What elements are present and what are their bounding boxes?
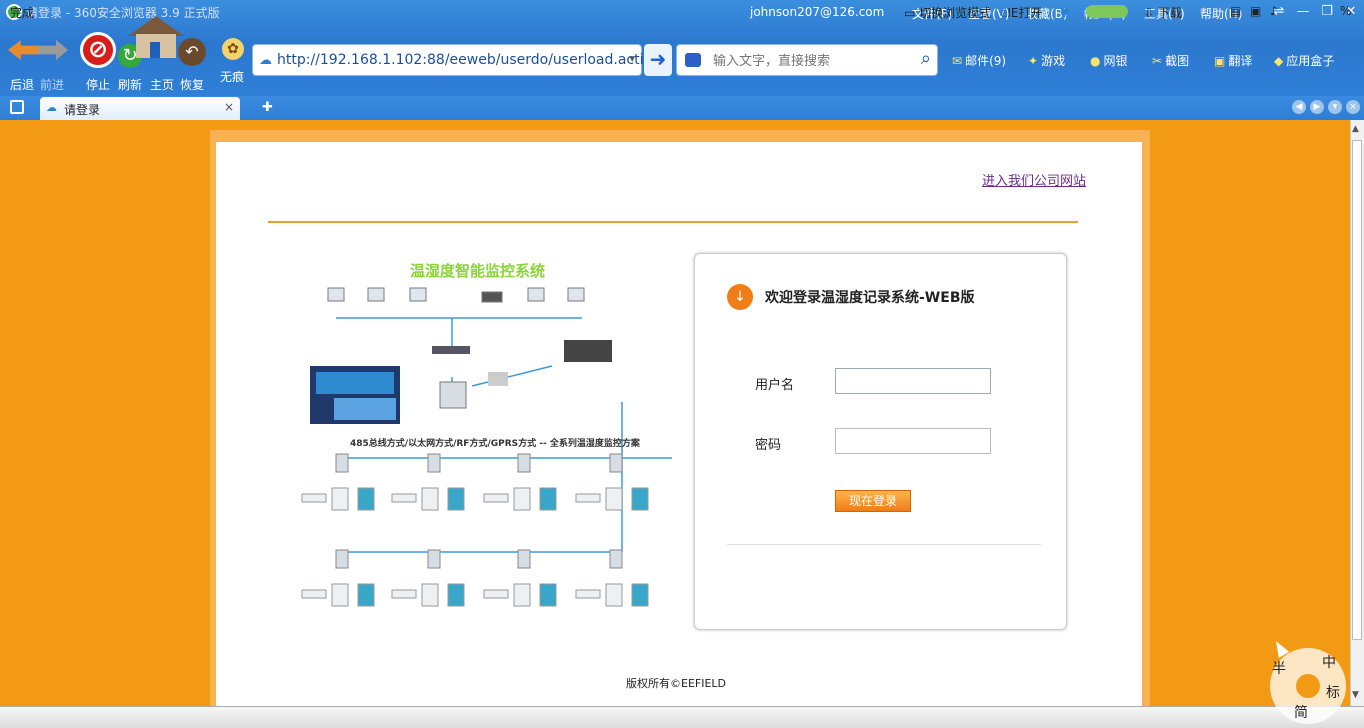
refresh-button[interactable]: 刷新 [118, 76, 142, 93]
banking-button[interactable]: ● 网银 [1090, 52, 1128, 69]
stop-button[interactable]: 停止 [86, 76, 110, 93]
ie-open-button[interactable]: eIE打开 [1000, 4, 1043, 21]
tab-scroll-left-icon[interactable]: ◀ [1292, 100, 1306, 114]
download-arrow-icon: ↓ [727, 284, 753, 310]
ime-watermark: 半 中 标 简 [1270, 648, 1346, 724]
scroll-down-icon[interactable]: ▼ [1352, 690, 1359, 700]
diagram-caption: 485总线方式/以太网方式/RF方式/GPRS方式 -- 全系列温湿度监控方案 [350, 439, 640, 449]
search-engine-icon[interactable] [685, 53, 701, 67]
status-text: 完成 [10, 6, 35, 20]
ime-logo-icon [1296, 674, 1320, 698]
username-input[interactable] [835, 368, 991, 394]
go-arrow-icon[interactable]: ➜ [644, 44, 672, 76]
translate-button[interactable]: ▣ 翻译 [1214, 52, 1252, 69]
screenshot-button[interactable]: ✂ 截图 [1152, 52, 1189, 69]
password-label: 密码 [755, 438, 782, 453]
accelerator-icon[interactable]: ◉ [1060, 4, 1070, 18]
window-title: 请登录 - 360安全浏览器 3.9 正式版 [26, 6, 220, 20]
login-button[interactable]: 现在登录 [835, 490, 911, 512]
gamepad-icon: ✦ [1028, 54, 1039, 68]
scroll-up-icon[interactable]: ▲ [1352, 124, 1359, 134]
system-diagram-image: 温湿度智能监控系统 485总线方式/以太网方式/RF方式/GPRS方式 -- 全… [292, 256, 682, 626]
ime-char-half: 半 [1272, 661, 1286, 677]
login-divider [727, 544, 1041, 545]
banking-icon: ● [1090, 54, 1101, 68]
zoom-level[interactable]: % [1340, 4, 1351, 18]
tab-scroll-right-icon[interactable]: ▶ [1310, 100, 1324, 114]
switch-mode-button[interactable]: ▭ 切换浏览模式 [904, 4, 991, 21]
login-panel: ↓ 欢迎登录温湿度记录系统-WEB版 用户名 密码 现在登录 [694, 253, 1067, 630]
window-icon: ▭ [904, 6, 920, 20]
restore-icon[interactable]: ↶ [178, 38, 206, 66]
mail-icon: ✉ [952, 54, 963, 68]
download-icon: ⇩ [1144, 6, 1158, 20]
chevron-down-icon[interactable]: ▾ [629, 52, 635, 65]
scissors-icon: ✂ [1152, 54, 1163, 68]
address-bar[interactable]: ☁ http://192.168.1.102:88/eeweb/userdo/u… [252, 44, 643, 76]
print-icon[interactable]: ▤ [1230, 4, 1241, 18]
search-box[interactable]: ⌕ [676, 44, 938, 76]
ime-char-zh: 中 [1322, 655, 1336, 671]
games-button[interactable]: ✦ 游戏 [1028, 52, 1065, 69]
tab-close-icon[interactable]: × [224, 100, 234, 114]
scrollbar-thumb[interactable] [1352, 140, 1362, 640]
appbox-button[interactable]: ◆ 应用盒子 [1274, 52, 1334, 69]
stop-icon[interactable]: ⊘ [80, 32, 116, 68]
back-button[interactable]: 后退 [10, 76, 34, 93]
download-button[interactable]: ⇩ 下载 [1144, 4, 1182, 21]
search-icon[interactable]: ⌕ [921, 48, 931, 69]
minimize-icon[interactable]: — [1294, 4, 1312, 19]
address-url[interactable]: http://192.168.1.102:88/eeweb/userdo/use… [277, 52, 643, 68]
cloud-icon: ☁ [46, 101, 57, 114]
company-website-link[interactable]: 进入我们公司网站 [982, 170, 1086, 189]
account-name[interactable]: johnson207@126.com [750, 5, 884, 19]
toggle-switch[interactable] [1086, 5, 1128, 18]
tab-label: 请登录 [64, 103, 101, 117]
restore-button[interactable]: 恢复 [180, 76, 204, 93]
password-input[interactable] [835, 428, 991, 454]
translate-icon: ▣ [1214, 54, 1226, 68]
diagram-title: 温湿度智能监控系统 [410, 262, 546, 280]
box-icon: ◆ [1274, 54, 1284, 68]
mail-button[interactable]: ✉ 邮件(9) [952, 52, 1006, 69]
sidebar-toggle-icon[interactable] [10, 100, 24, 114]
network-topology-graphic [301, 287, 672, 607]
maximize-icon[interactable]: ❐ [1318, 4, 1336, 19]
incognito-paw-icon[interactable]: ✿ [222, 38, 244, 60]
header-divider [268, 221, 1078, 223]
ime-char-simplified: 简 [1294, 705, 1308, 721]
username-label: 用户名 [755, 378, 795, 393]
new-tab-icon[interactable]: ✚ [262, 100, 273, 115]
tab-list-icon[interactable]: ▾ [1328, 100, 1342, 114]
screen-icon[interactable]: ▣ [1250, 4, 1261, 18]
volume-icon[interactable]: ♪ [1270, 4, 1278, 18]
tab-active[interactable]: ☁ 请登录 × [40, 97, 240, 120]
tab-close-all-icon[interactable]: × [1346, 100, 1360, 114]
home-button[interactable]: 主页 [150, 76, 174, 93]
forward-button[interactable]: 前进 [40, 76, 64, 93]
cloud-icon: ☁ [259, 53, 272, 68]
incognito-button[interactable]: 无痕 [220, 68, 244, 85]
copyright-text: 版权所有©EEFIELD [626, 677, 727, 690]
login-title: 欢迎登录温湿度记录系统-WEB版 [765, 290, 975, 306]
status-bar [0, 706, 1364, 728]
search-input[interactable] [713, 53, 903, 68]
ime-char-punct: 标 [1326, 685, 1340, 701]
